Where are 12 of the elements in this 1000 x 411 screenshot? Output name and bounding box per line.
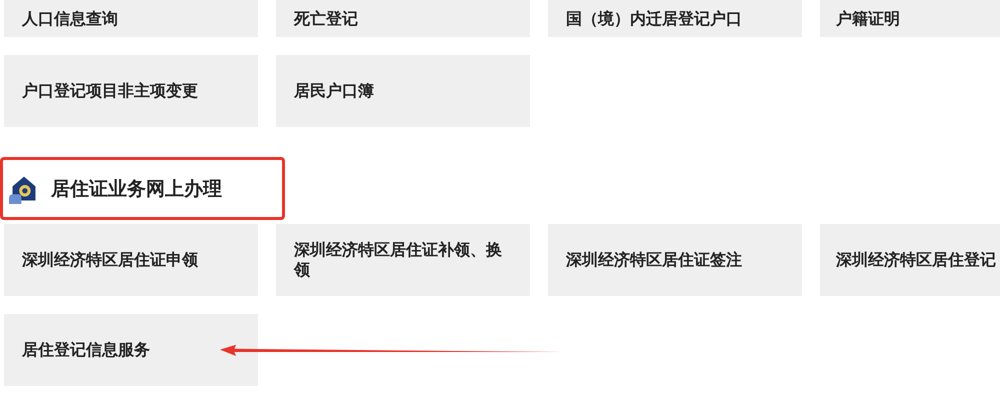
section-title: 居住证业务网上办理 [51,176,222,202]
service-tile[interactable]: 居住登记信息服务 [4,314,258,386]
service-tile[interactable]: 深圳经济特区居住登记 [820,224,1000,296]
service-tile[interactable]: 人口信息查询 [4,0,258,37]
service-tile[interactable]: 深圳经济特区居住证签注 [548,224,802,296]
service-tile[interactable]: 深圳经济特区居住证补领、换领 [276,224,530,296]
service-tile[interactable]: 居民户口簿 [276,55,530,127]
service-tile[interactable]: 户口登记项目非主项变更 [4,55,258,127]
service-tile[interactable]: 户籍证明 [820,0,1000,37]
service-tile[interactable]: 国（境）内迁居登记户口 [548,0,802,37]
service-tile[interactable]: 死亡登记 [276,0,530,37]
service-tile[interactable]: 深圳经济特区居住证申领 [4,224,258,296]
